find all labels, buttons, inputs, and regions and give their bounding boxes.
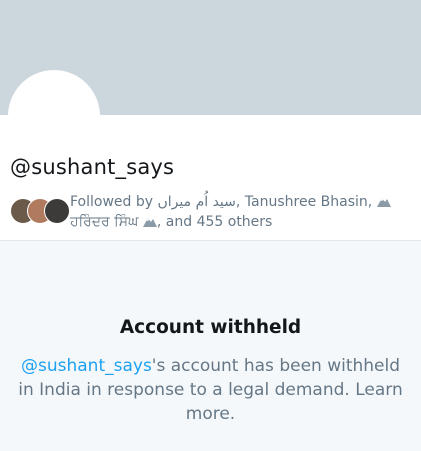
- follower-avatars[interactable]: [10, 198, 70, 224]
- mountain-snow-icon: [142, 218, 157, 227]
- withheld-handle-link[interactable]: @sushant_says: [21, 356, 152, 376]
- withheld-title: Account withheld: [119, 317, 302, 338]
- followed-by-prefix: Followed by: [70, 194, 158, 210]
- follower-avatar: [44, 198, 70, 224]
- profile-handle: @sushant_says: [10, 155, 175, 179]
- followed-by-text[interactable]: Followed by سید اُم میراں, Tanushree Bha…: [70, 192, 415, 232]
- avatar[interactable]: [8, 70, 100, 162]
- withheld-message: @sushant_says's account has been withhel…: [14, 354, 407, 426]
- follower-name: Tanushree Bhasin: [244, 194, 368, 210]
- followed-by-suffix: , and 455 others: [156, 214, 273, 230]
- mountain-snow-icon: [376, 198, 391, 207]
- follower-name: سید اُم میراں: [157, 194, 236, 210]
- follower-name: ਹਰਿੰਦਰ ਸਿੰਘ: [70, 214, 139, 230]
